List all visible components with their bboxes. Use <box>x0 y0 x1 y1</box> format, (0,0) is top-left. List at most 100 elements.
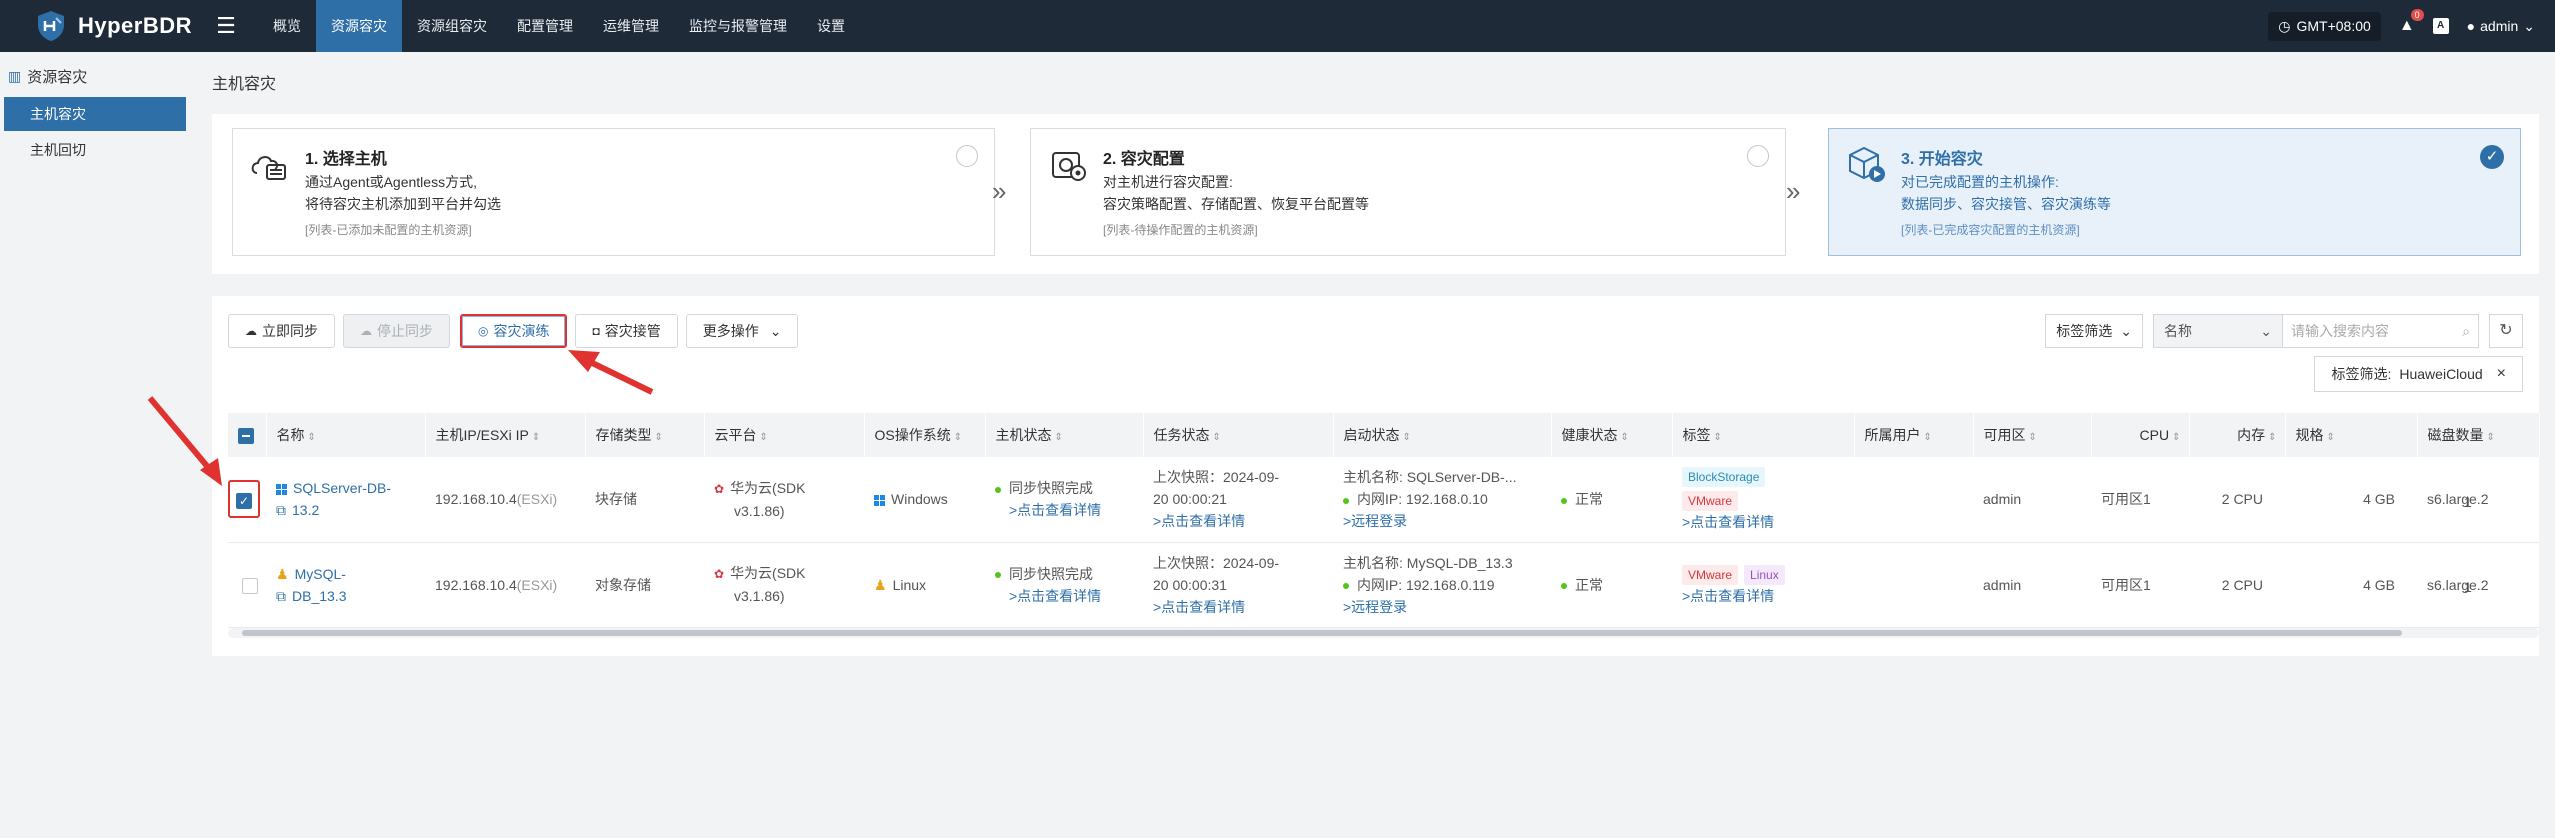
stop-sync-button[interactable]: ☁ 停止同步 <box>343 314 450 348</box>
cloud-host-icon <box>251 156 286 180</box>
sidebar-group-resource-dr[interactable]: ▥ 资源容灾 <box>0 52 190 87</box>
language-icon[interactable]: A <box>2432 18 2449 34</box>
timezone-label: GMT+08:00 <box>2296 18 2371 34</box>
sidebar-group-label: 资源容灾 <box>27 69 88 86</box>
host-name-line2[interactable]: 13.2 <box>292 502 319 518</box>
step-1-desc: 通过Agent或Agentless方式, 将待容灾主机添加到平台并勾选 <box>305 171 501 215</box>
search-field-select[interactable]: 名称 ⌄ <box>2153 314 2283 348</box>
sort-icon: ⇕ <box>2486 432 2495 443</box>
col-storage[interactable]: 存储类型 ⇕ <box>585 413 705 457</box>
host-status-link[interactable]: >点击查看详情 <box>995 499 1143 521</box>
step-2-radio[interactable] <box>1747 145 1769 167</box>
refresh-icon[interactable]: ↻ <box>2489 314 2523 348</box>
search-input[interactable]: 请输入搜索内容 ⌕ <box>2283 314 2479 348</box>
nav-resource-dr[interactable]: 资源容灾 <box>316 0 402 52</box>
sort-icon: ⇕ <box>759 432 768 443</box>
zone-cell: 可用区1 <box>2091 542 2189 628</box>
os-cell: ♟ Linux <box>864 542 985 628</box>
nav-settings[interactable]: 设置 <box>802 0 860 52</box>
timezone-button[interactable]: ◷ GMT+08:00 <box>2268 11 2381 41</box>
step-select-host[interactable]: 1. 选择主机 通过Agent或Agentless方式, 将待容灾主机添加到平台… <box>232 128 995 256</box>
spec-cell: s6.large.2 <box>2417 457 2539 543</box>
row-select[interactable]: ✓ <box>228 457 266 543</box>
remote-login-link[interactable]: >远程登录 <box>1343 510 1551 532</box>
table-row[interactable]: ✓ SQLServer-DB- ⧉ 13.2 192.168.10.4(ESXi)… <box>228 457 2539 543</box>
col-user[interactable]: 所属用户 ⇕ <box>1854 413 1974 457</box>
tags-link[interactable]: >点击查看详情 <box>1682 511 1973 533</box>
nav-ops[interactable]: 运维管理 <box>588 0 674 52</box>
app-logo[interactable]: HyperBDR <box>0 9 200 43</box>
col-name[interactable]: 名称 ⇕ <box>266 413 426 457</box>
col-boot-status[interactable]: 启动状态 ⇕ <box>1333 413 1552 457</box>
remote-login-link[interactable]: >远程登录 <box>1343 596 1551 618</box>
step-3-note: [列表-已完成容灾配置的主机资源] <box>1901 223 2080 237</box>
row-checkbox[interactable] <box>242 577 258 594</box>
alert-button[interactable]: ▲ 0 <box>2399 9 2424 35</box>
copy-icon[interactable]: ⧉ <box>276 502 286 518</box>
col-os[interactable]: OS操作系统 ⇕ <box>864 413 986 457</box>
col-disks[interactable]: 磁盘数量 ⇕ <box>2417 413 2540 457</box>
task-link[interactable]: >点击查看详情 <box>1153 510 1333 532</box>
step-1-line1: 通过Agent或Agentless方式, <box>305 174 477 190</box>
cloud-stop-icon: ☁ <box>360 324 372 338</box>
sync-now-button[interactable]: ☁ 立即同步 <box>228 314 335 348</box>
step-3-check-icon[interactable]: ✓ <box>2480 145 2504 169</box>
tags-link[interactable]: >点击查看详情 <box>1682 585 1973 607</box>
action-toolbar: ☁ 立即同步 ☁ 停止同步 ◎ 容灾演练 ◘ 容灾接管 更多操作 ⌄ <box>228 314 799 348</box>
close-icon[interactable]: × <box>2497 365 2506 383</box>
host-name-cell[interactable]: ♟ MySQL- ⧉ DB_13.3 <box>266 542 425 628</box>
nav-overview[interactable]: 概览 <box>258 0 316 52</box>
sort-icon: ⇕ <box>1923 432 1932 443</box>
step-2-note: [列表-待操作配置的主机资源] <box>1103 223 1258 237</box>
row-select[interactable] <box>228 542 266 628</box>
row-checkbox[interactable]: ✓ <box>236 492 252 509</box>
nav-monitoring[interactable]: 监控与报警管理 <box>674 0 802 52</box>
disk-count-row-1: 1 <box>2464 494 2472 510</box>
col-cloud[interactable]: 云平台 ⇕ <box>704 413 865 457</box>
search-icon[interactable]: ⌕ <box>2462 323 2470 340</box>
select-all-checkbox[interactable] <box>238 427 254 444</box>
copy-icon[interactable]: ⧉ <box>276 588 286 604</box>
dr-takeover-button[interactable]: ◘ 容灾接管 <box>575 314 678 348</box>
step-start-dr[interactable]: 3. 开始容灾 对已完成配置的主机操作: 数据同步、容灾接管、容灾演练等 [列表… <box>1828 128 2521 256</box>
col-label: 任务状态 <box>1153 427 1210 443</box>
logo-shield-icon <box>38 11 64 41</box>
sort-icon: ⇕ <box>1620 432 1629 443</box>
horizontal-scrollbar[interactable] <box>228 628 2539 638</box>
menu-toggle-icon[interactable]: ☰ <box>214 13 238 39</box>
col-tags[interactable]: 标签 ⇕ <box>1672 413 1855 457</box>
nav-config[interactable]: 配置管理 <box>502 0 588 52</box>
col-memory[interactable]: 内存 ⇕ <box>2189 413 2286 457</box>
scrollbar-thumb[interactable] <box>242 630 2402 636</box>
cloud-cell: ✿ 华为云(SDK v3.1.86) <box>704 542 864 628</box>
sidebar-item-host-dr[interactable]: 主机容灾 <box>4 97 186 131</box>
host-name-line2[interactable]: DB_13.3 <box>292 588 346 604</box>
nav-resource-group-dr[interactable]: 资源组容灾 <box>402 0 502 52</box>
col-ip[interactable]: 主机IP/ESXi IP ⇕ <box>425 413 586 457</box>
dr-drill-button[interactable]: ◎ 容灾演练 <box>460 314 568 348</box>
cpu-cell: 2 CPU <box>2189 542 2285 628</box>
step-1-radio[interactable] <box>956 145 978 167</box>
host-name-cell[interactable]: SQLServer-DB- ⧉ 13.2 <box>266 457 425 543</box>
more-actions-dropdown[interactable]: 更多操作 ⌄ <box>685 314 799 348</box>
col-spec[interactable]: 规格 ⇕ <box>2285 413 2418 457</box>
status-dot <box>1343 497 1349 504</box>
host-ip: 192.168.10.4 <box>435 576 517 593</box>
col-task-status[interactable]: 任务状态 ⇕ <box>1143 413 1334 457</box>
step-2-line1: 对主机进行容灾配置: <box>1103 174 1233 190</box>
step-dr-config[interactable]: 2. 容灾配置 对主机进行容灾配置: 容灾策略配置、存储配置、恢复平台配置等 [… <box>1030 128 1786 256</box>
col-host-status[interactable]: 主机状态 ⇕ <box>985 413 1144 457</box>
step-3-title: 3. 开始容灾 <box>1901 151 1983 168</box>
tag-filter-dropdown[interactable]: 标签筛选 ⌄ <box>2045 314 2143 348</box>
col-cpu[interactable]: CPU ⇕ <box>2091 413 2190 457</box>
host-name-line1[interactable]: MySQL- <box>295 566 346 582</box>
sidebar-item-host-failback[interactable]: 主机回切 <box>4 133 186 167</box>
header-select-all[interactable] <box>228 413 267 457</box>
task-link[interactable]: >点击查看详情 <box>1153 596 1333 618</box>
col-health[interactable]: 健康状态 ⇕ <box>1551 413 1673 457</box>
table-row[interactable]: ♟ MySQL- ⧉ DB_13.3 192.168.10.4(ESXi) 对象存储… <box>228 542 2539 628</box>
col-zone[interactable]: 可用区 ⇕ <box>1973 413 2092 457</box>
user-menu[interactable]: ● admin ⌄ <box>2467 18 2535 35</box>
host-name-line1[interactable]: SQLServer-DB- <box>293 480 391 496</box>
host-status-link[interactable]: >点击查看详情 <box>995 585 1143 607</box>
